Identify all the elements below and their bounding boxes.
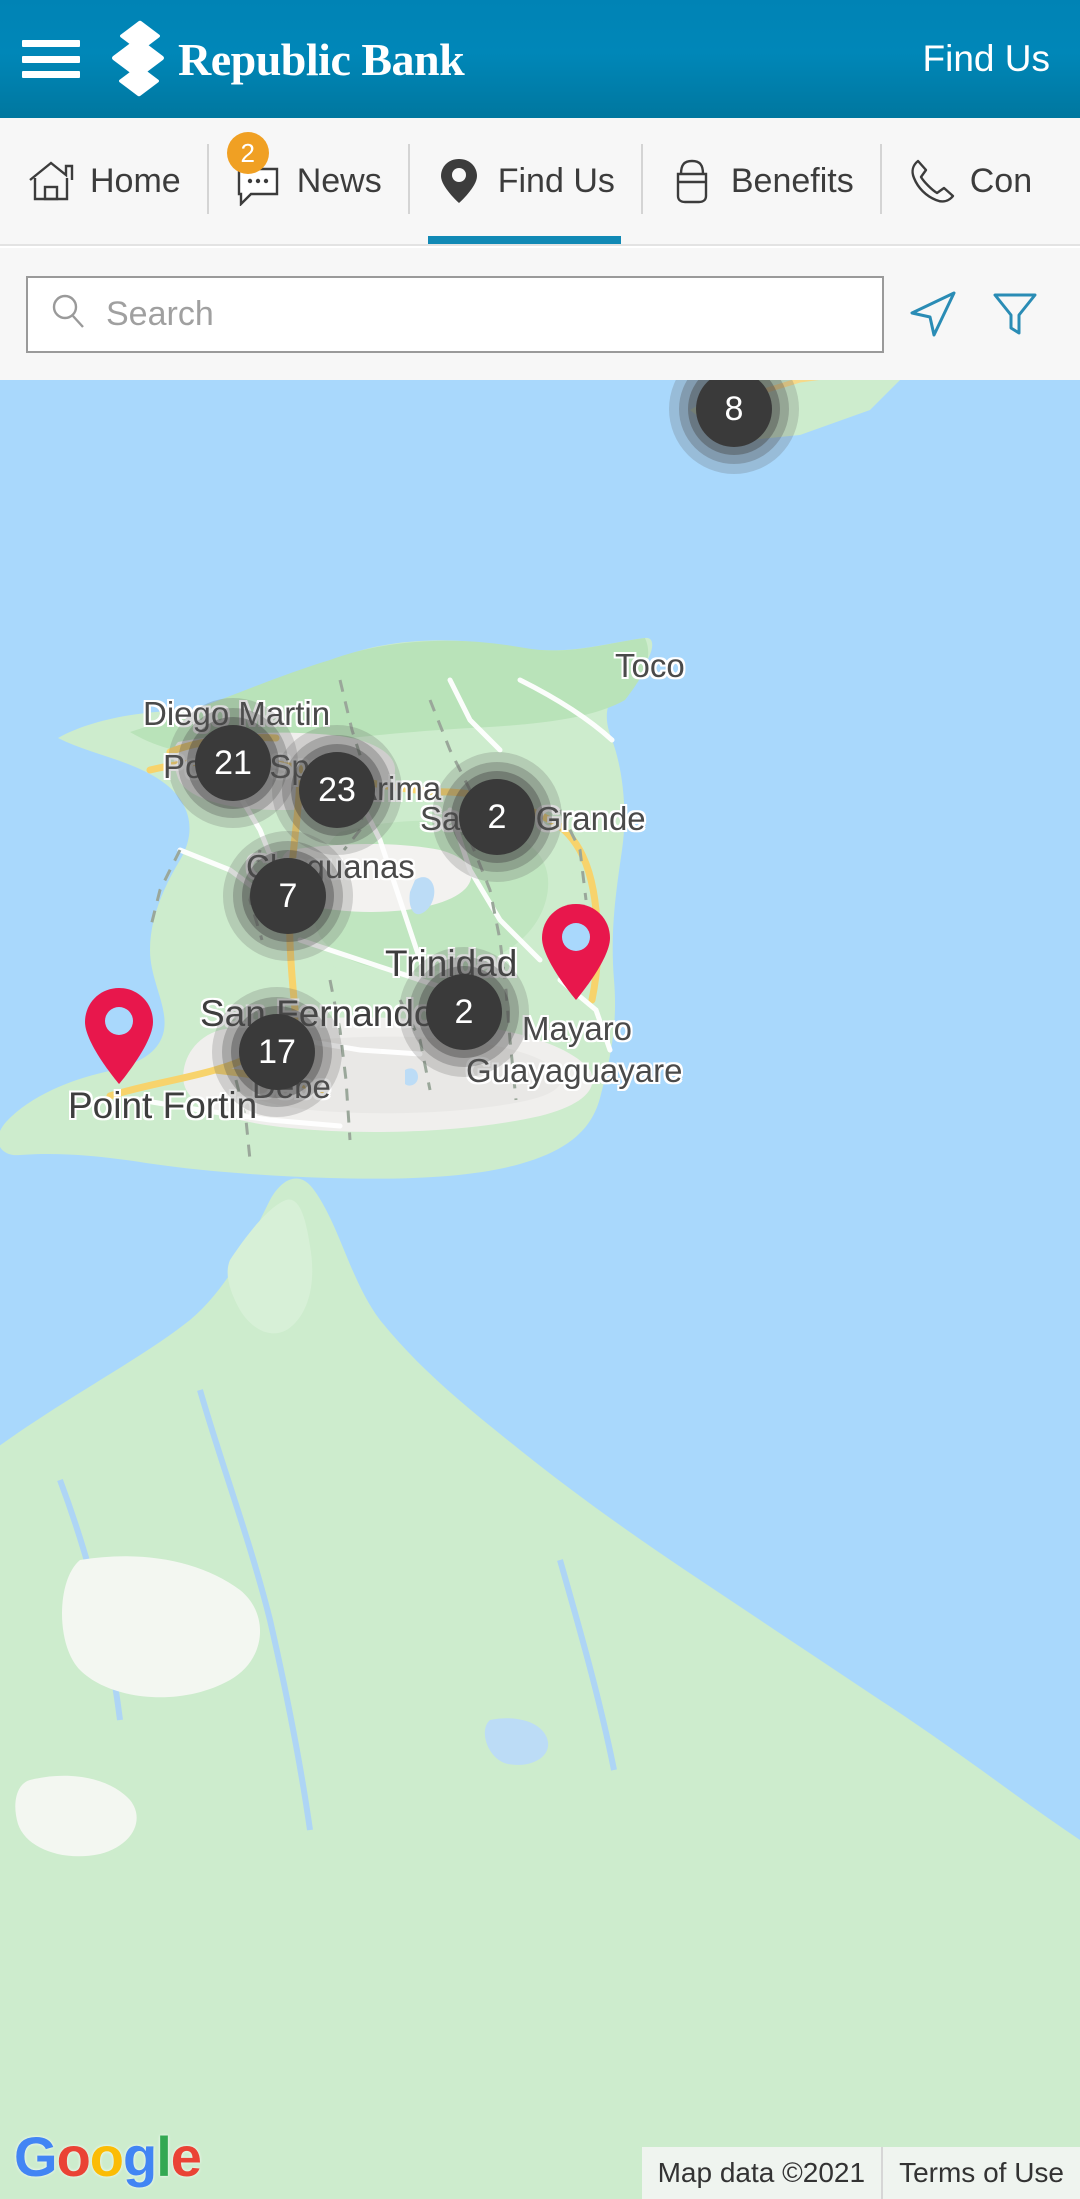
- tab-bar: Home 2 News Find Us Benefits Con: [0, 118, 1080, 246]
- tab-contact[interactable]: Con: [879, 118, 1058, 244]
- chat-icon: 2: [226, 132, 283, 207]
- tab-label: News: [296, 161, 382, 200]
- brand-name: Republic Bank: [178, 33, 465, 85]
- google-logo-letter: g: [123, 2125, 157, 2188]
- map-cluster-marker[interactable]: 7: [223, 831, 353, 961]
- map-cluster-marker[interactable]: 8: [669, 380, 799, 474]
- map-cluster-marker[interactable]: 2: [399, 947, 529, 1077]
- magnifier-icon: [48, 292, 88, 337]
- news-badge: 2: [226, 132, 269, 174]
- google-logo-letter: o: [56, 2125, 91, 2188]
- tab-label: Find Us: [497, 161, 615, 200]
- google-logo-letter: e: [170, 2125, 202, 2188]
- map-pin-icon: [434, 156, 484, 206]
- cluster-count: 2: [426, 974, 502, 1050]
- location-pin-icon: [542, 904, 610, 1000]
- phone-icon: [906, 156, 956, 206]
- map-pin-marker-point-fortin[interactable]: [81, 986, 157, 1086]
- google-logo: Google: [14, 2124, 202, 2189]
- search-input[interactable]: [106, 294, 862, 334]
- search-field-wrapper[interactable]: [26, 275, 884, 353]
- map-cluster-marker[interactable]: 17: [212, 987, 342, 1117]
- tab-label: Home: [90, 161, 181, 200]
- tab-news[interactable]: 2 News: [206, 118, 408, 244]
- terms-of-use-link[interactable]: Terms of Use: [883, 2147, 1080, 2199]
- hamburger-bar: [22, 55, 80, 63]
- cluster-count: 17: [239, 1014, 315, 1090]
- hamburger-bar: [22, 40, 80, 47]
- home-icon: [26, 156, 76, 206]
- search-bar: [0, 248, 1080, 380]
- hamburger-bar: [22, 71, 80, 78]
- cluster-count: 21: [195, 725, 271, 801]
- google-logo-letter: o: [89, 2125, 124, 2188]
- map-geography: [0, 380, 1080, 2199]
- tab-benefits[interactable]: Benefits: [640, 118, 880, 244]
- cluster-count: 2: [459, 779, 535, 855]
- cluster-count: 7: [250, 858, 326, 934]
- filter-button[interactable]: [982, 281, 1048, 347]
- active-tab-indicator: [427, 236, 621, 244]
- republic-bank-diamond-logo-icon: [110, 20, 166, 97]
- tab-home[interactable]: Home: [0, 118, 207, 244]
- bag-icon: [667, 156, 717, 206]
- location-pin-icon: [85, 988, 153, 1084]
- map-canvas[interactable]: Toco Diego Martin Port of Spain Arima Sa…: [0, 380, 1080, 2199]
- locate-me-button[interactable]: [900, 281, 966, 347]
- map-data-copyright: Map data ©2021: [641, 2147, 882, 2199]
- app-header: Republic Bank Find Us: [0, 0, 1080, 118]
- header-find-us-title: Find Us: [922, 38, 1050, 79]
- map-pin-marker-mayaro[interactable]: [538, 902, 614, 1002]
- tab-label: Benefits: [730, 161, 854, 200]
- hamburger-menu-icon[interactable]: [22, 35, 80, 83]
- brand[interactable]: Republic Bank: [110, 20, 465, 97]
- tab-find-us[interactable]: Find Us: [407, 118, 641, 244]
- google-logo-letter: l: [156, 2125, 172, 2188]
- cluster-count: 23: [299, 752, 375, 828]
- tab-label: Con: [969, 161, 1033, 200]
- google-logo-letter: G: [14, 2125, 58, 2188]
- map-cluster-marker[interactable]: 2: [432, 752, 562, 882]
- map-attribution: Map data ©2021 Terms of Use: [641, 2147, 1080, 2199]
